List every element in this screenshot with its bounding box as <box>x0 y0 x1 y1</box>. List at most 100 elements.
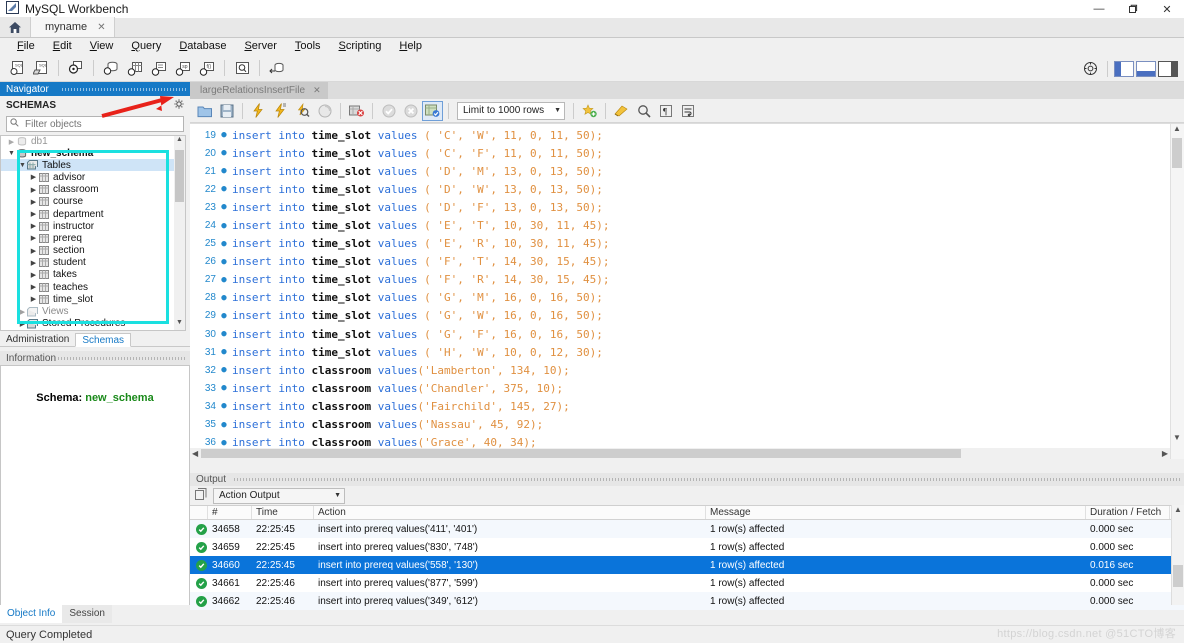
breakpoint-icon[interactable]: ● <box>216 420 232 430</box>
code-line[interactable]: 31●insert into time_slot values ( 'H', '… <box>190 343 1170 361</box>
close-icon[interactable]: ✕ <box>313 85 321 96</box>
chevron-right-icon[interactable]: ▶ <box>29 247 38 255</box>
tree-row-stored-procedures[interactable]: ▶ Stored Procedures <box>1 318 185 330</box>
column-time[interactable]: Time <box>252 506 314 519</box>
tree-row-classroom[interactable]: ▶ classroom <box>1 184 185 196</box>
chevron-right-icon[interactable]: ▶ <box>29 210 38 218</box>
tree-row-department[interactable]: ▶ department <box>1 208 185 220</box>
breakpoint-icon[interactable]: ● <box>216 293 232 303</box>
save-file-icon[interactable] <box>216 101 237 121</box>
stop-icon[interactable] <box>314 101 335 121</box>
scroll-thumb[interactable] <box>201 449 961 458</box>
scroll-down-icon[interactable]: ▼ <box>175 319 184 330</box>
tab-session[interactable]: Session <box>62 605 112 623</box>
chevron-right-icon[interactable]: ▶ <box>29 186 38 194</box>
chevron-right-icon[interactable]: ▶ <box>29 198 38 206</box>
scroll-up-icon[interactable]: ▲ <box>1172 505 1184 514</box>
tree-row-takes[interactable]: ▶ takes <box>1 269 185 281</box>
filter-objects-box[interactable] <box>6 116 184 132</box>
scroll-up-icon[interactable]: ▲ <box>175 136 184 147</box>
breakpoint-icon[interactable]: ● <box>216 365 232 375</box>
action-output-grid[interactable]: # Time Action Message Duration / Fetch 3… <box>190 505 1184 610</box>
output-mode-select[interactable]: Action Output ▼ <box>213 488 345 504</box>
breakpoint-icon[interactable]: ● <box>216 239 232 249</box>
tree-row-student[interactable]: ▶ student <box>1 257 185 269</box>
filter-objects-input[interactable] <box>23 118 163 131</box>
menu-view[interactable]: View <box>81 38 123 55</box>
breakpoint-icon[interactable]: ● <box>216 257 232 267</box>
code-line[interactable]: 30●insert into time_slot values ( 'G', '… <box>190 325 1170 343</box>
tree-row-advisor[interactable]: ▶ advisor <box>1 171 185 183</box>
scroll-thumb[interactable] <box>1172 138 1182 168</box>
chevron-right-icon[interactable]: ▶ <box>29 173 38 181</box>
table-row[interactable]: 34662 22:25:46 insert into prereq values… <box>190 592 1184 610</box>
column-index[interactable]: # <box>208 506 252 519</box>
code-line[interactable]: 32●insert into classroom values('Lambert… <box>190 361 1170 379</box>
toggle-invisible-chars-icon[interactable]: ¶ <box>655 101 676 121</box>
tree-row-prereq[interactable]: ▶ prereq <box>1 232 185 244</box>
column-duration[interactable]: Duration / Fetch <box>1086 506 1170 519</box>
column-message[interactable]: Message <box>706 506 1086 519</box>
menu-tools[interactable]: Tools <box>286 38 330 55</box>
breakpoint-icon[interactable]: ● <box>216 166 232 176</box>
rollback-icon[interactable] <box>400 101 421 121</box>
target-icon[interactable] <box>1079 58 1101 80</box>
scroll-thumb[interactable] <box>175 150 184 202</box>
schema-tree[interactable]: ▶ db1 ▼ new_schema ▼ Tables <box>0 135 186 331</box>
column-action[interactable]: Action <box>314 506 706 519</box>
toggle-secondary-sidebar-icon[interactable] <box>1158 61 1178 77</box>
chevron-right-icon[interactable]: ▶ <box>29 283 38 291</box>
explain-icon[interactable] <box>292 101 313 121</box>
chevron-right-icon[interactable]: ▶ <box>29 259 38 267</box>
breakpoint-icon[interactable]: ● <box>216 383 232 393</box>
menu-scripting[interactable]: Scripting <box>330 38 391 55</box>
breakpoint-icon[interactable]: ● <box>216 401 232 411</box>
sql-code-area[interactable]: 19●insert into time_slot values ( 'C', '… <box>190 123 1184 459</box>
tree-row-instructor[interactable]: ▶ instructor <box>1 220 185 232</box>
breakpoint-icon[interactable]: ● <box>216 275 232 285</box>
toggle-stop-on-error-icon[interactable] <box>346 101 367 121</box>
beautify-query-icon[interactable] <box>611 101 632 121</box>
tree-row-time-slot[interactable]: ▶ time_slot <box>1 293 185 305</box>
scroll-down-icon[interactable]: ▼ <box>1172 433 1182 446</box>
chevron-down-icon[interactable]: ▼ <box>18 162 27 169</box>
code-line[interactable]: 29●insert into time_slot values ( 'G', '… <box>190 307 1170 325</box>
editor-horizontal-scrollbar[interactable]: ◀ ▶ <box>190 448 1170 459</box>
open-sql-script-icon[interactable]: SQL <box>30 57 52 79</box>
toggle-sidebar-icon[interactable] <box>1114 61 1134 77</box>
breakpoint-icon[interactable]: ● <box>216 329 232 339</box>
execute-current-statement-icon[interactable] <box>270 101 291 121</box>
find-icon[interactable] <box>633 101 654 121</box>
code-line[interactable]: 33●insert into classroom values('Chandle… <box>190 379 1170 397</box>
maximize-button[interactable] <box>1116 0 1150 18</box>
editor-vertical-scrollbar[interactable]: ▲ ▼ <box>1170 124 1184 459</box>
code-line[interactable]: 27●insert into time_slot values ( 'F', '… <box>190 271 1170 289</box>
menu-help[interactable]: Help <box>390 38 431 55</box>
code-line[interactable]: 35●insert into classroom values('Nassau'… <box>190 416 1170 434</box>
new-view-icon[interactable] <box>148 57 170 79</box>
breakpoint-icon[interactable]: ● <box>216 184 232 194</box>
breakpoint-icon[interactable]: ● <box>216 130 232 140</box>
tree-row[interactable]: ▶ db1 <box>1 136 185 147</box>
tree-row[interactable]: ▼ new_schema <box>1 147 185 159</box>
chevron-right-icon[interactable]: ▶ <box>29 234 38 242</box>
menu-file[interactable]: File <box>8 38 44 55</box>
tree-row-views[interactable]: ▶ Views <box>1 305 185 317</box>
chevron-down-icon[interactable]: ▼ <box>554 107 561 114</box>
code-line[interactable]: 26●insert into time_slot values ( 'F', '… <box>190 253 1170 271</box>
save-snippet-icon[interactable] <box>579 101 600 121</box>
scroll-right-icon[interactable]: ▶ <box>1162 449 1168 458</box>
new-function-icon[interactable]: f() <box>196 57 218 79</box>
breakpoint-icon[interactable]: ● <box>216 221 232 231</box>
code-line[interactable]: 34●insert into classroom values('Fairchi… <box>190 397 1170 415</box>
code-line[interactable]: 28●insert into time_slot values ( 'G', '… <box>190 289 1170 307</box>
execute-icon[interactable] <box>248 101 269 121</box>
gear-icon[interactable] <box>174 99 184 112</box>
table-row-selected[interactable]: 34660 22:25:45 insert into prereq values… <box>190 556 1184 574</box>
tree-row-teaches[interactable]: ▶ teaches <box>1 281 185 293</box>
code-line[interactable]: 23●insert into time_slot values ( 'D', '… <box>190 198 1170 216</box>
code-line[interactable]: 19●insert into time_slot values ( 'C', '… <box>190 126 1170 144</box>
chevron-right-icon[interactable]: ▶ <box>18 308 27 316</box>
table-row[interactable]: 34661 22:25:46 insert into prereq values… <box>190 574 1184 592</box>
scroll-left-icon[interactable]: ◀ <box>192 449 198 458</box>
